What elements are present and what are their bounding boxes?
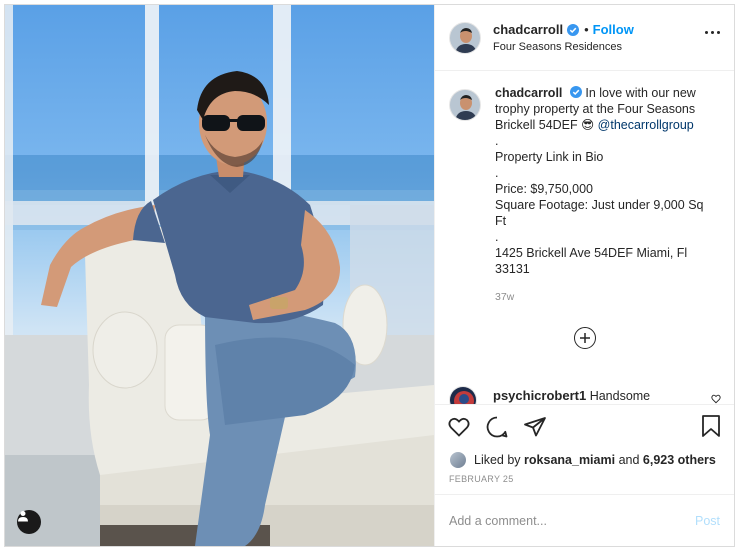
comment-body: Handsome bbox=[589, 389, 651, 403]
add-comment-bar: Post bbox=[435, 494, 734, 546]
commenter-username[interactable]: psychicrobert1 bbox=[493, 388, 586, 403]
header-text: chadcarroll • Follow Four Seasons Reside… bbox=[493, 22, 634, 53]
plus-icon bbox=[579, 333, 590, 343]
share-icon[interactable] bbox=[523, 415, 547, 439]
caption-text-line-7: . bbox=[495, 230, 499, 244]
caption-text-line-5: Price: $9,750,000 bbox=[495, 182, 593, 196]
caption-author-avatar[interactable] bbox=[449, 89, 481, 121]
post-caption: chadcarroll In love with our new trophy … bbox=[449, 85, 720, 305]
likes-prefix: Liked by bbox=[474, 453, 521, 467]
more-options-icon[interactable] bbox=[705, 31, 720, 34]
likes-others-count[interactable]: 6,923 others bbox=[643, 453, 716, 467]
author-avatar[interactable] bbox=[449, 21, 481, 54]
more-dot bbox=[717, 31, 720, 34]
comment-input[interactable] bbox=[449, 513, 669, 528]
post-side-panel: chadcarroll • Follow Four Seasons Reside… bbox=[434, 5, 734, 546]
caption-text-line-3: Property Link in Bio bbox=[495, 150, 604, 164]
separator-dot: • bbox=[584, 22, 589, 37]
follow-button[interactable]: Follow bbox=[593, 22, 634, 37]
comment-like-heart-icon[interactable] bbox=[711, 394, 721, 404]
caption-timestamp[interactable]: 37w bbox=[495, 289, 705, 305]
avatar-image bbox=[450, 90, 480, 120]
load-more-comments[interactable] bbox=[449, 327, 720, 349]
comment-text: psychicrobert1 Handsome bbox=[493, 388, 650, 403]
photo-illustration bbox=[5, 5, 434, 546]
author-username[interactable]: chadcarroll bbox=[493, 22, 563, 37]
avatar-image bbox=[450, 22, 480, 53]
likes-and: and bbox=[618, 453, 640, 467]
more-dot bbox=[705, 31, 708, 34]
post-comment-button[interactable]: Post bbox=[695, 514, 720, 528]
caption-text-line-2: . bbox=[495, 134, 499, 148]
caption-body: chadcarroll In love with our new trophy … bbox=[495, 85, 705, 305]
bookmark-icon[interactable] bbox=[700, 414, 722, 441]
caption-text-line-4: . bbox=[495, 166, 499, 180]
avatar-image bbox=[450, 387, 476, 404]
heart-icon[interactable] bbox=[447, 415, 471, 439]
verified-badge-icon bbox=[569, 86, 582, 98]
caption-text-line-8: 1425 Brickell Ave 54DEF Miami, Fl 33131 bbox=[495, 246, 688, 276]
likes-summary: Liked by roksana_miami and 6,923 others bbox=[435, 448, 734, 472]
instagram-post-modal: chadcarroll • Follow Four Seasons Reside… bbox=[4, 4, 735, 547]
header-username-row: chadcarroll • Follow bbox=[493, 22, 634, 37]
action-bar bbox=[435, 404, 734, 448]
commenter-avatar[interactable] bbox=[449, 386, 477, 404]
post-header: chadcarroll • Follow Four Seasons Reside… bbox=[435, 5, 734, 71]
caption-username[interactable]: chadcarroll bbox=[495, 86, 562, 100]
plus-circle-icon[interactable] bbox=[573, 327, 596, 349]
user-tag-icon bbox=[18, 511, 28, 522]
caption-mention-link[interactable]: @thecarrollgroup bbox=[598, 118, 694, 132]
user-tag-button[interactable] bbox=[17, 510, 41, 534]
comment-icon[interactable] bbox=[485, 415, 509, 439]
liker-username[interactable]: roksana_miami bbox=[524, 453, 615, 467]
post-date[interactable]: FEBRUARY 25 bbox=[435, 472, 734, 494]
caption-text-line-6: Square Footage: Just under 9,000 Sq Ft bbox=[495, 198, 704, 228]
post-location[interactable]: Four Seasons Residences bbox=[493, 41, 634, 53]
liker-avatar[interactable] bbox=[449, 451, 467, 469]
verified-badge-icon bbox=[567, 23, 580, 36]
more-dot bbox=[711, 31, 714, 34]
comment-item: psychicrobert1 Handsome bbox=[449, 386, 721, 404]
post-photo[interactable] bbox=[5, 5, 434, 546]
comments-section[interactable]: chadcarroll In love with our new trophy … bbox=[435, 71, 734, 404]
